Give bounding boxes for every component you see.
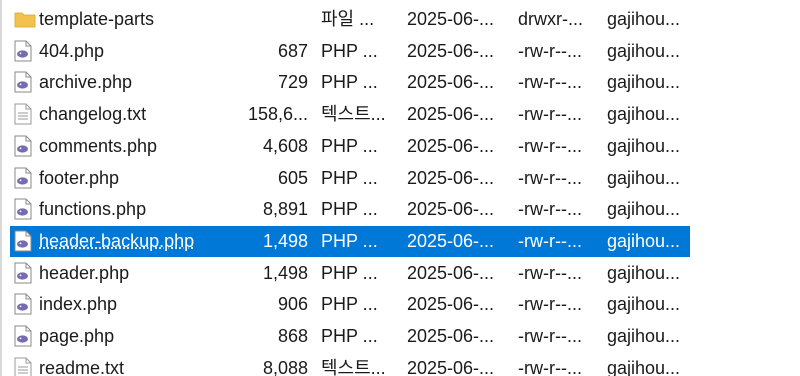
file-row[interactable]: changelog.txt 158,6... 텍스트... 2025-06-... -r… <box>0 99 800 130</box>
file-permissions: -rw-r--... <box>518 294 582 315</box>
php-file-icon <box>14 167 32 189</box>
file-permissions: -rw-r--... <box>518 326 582 346</box>
file-size: 158,6... <box>247 104 308 125</box>
file-size: 906 <box>277 294 308 315</box>
file-date: 2025-06-... <box>407 199 495 220</box>
file-type: PHP ... <box>321 40 378 61</box>
file-date: 2025-06-... <box>407 230 495 251</box>
php-file-icon <box>14 198 32 220</box>
file-date: 2025-06-... <box>407 72 495 93</box>
file-owner: gajihou... <box>607 357 681 376</box>
text-file-icon <box>14 357 32 376</box>
file-size: 868 <box>277 326 308 346</box>
file-type: PHP ... <box>321 167 378 188</box>
file-owner: gajihou... <box>607 135 681 156</box>
file-date: 2025-06-... <box>407 167 495 188</box>
file-owner: gajihou... <box>607 262 681 283</box>
file-size: 729 <box>277 72 308 93</box>
file-type: PHP ... <box>321 262 378 283</box>
file-date: 2025-06-... <box>407 135 495 156</box>
file-type: 텍스트... <box>321 104 386 125</box>
file-row[interactable]: page.php 868 PHP ... 2025-06-... -rw-r--... g… <box>0 321 800 352</box>
empty-area <box>690 0 800 376</box>
php-file-icon <box>14 293 32 315</box>
file-type: PHP ... <box>321 135 378 156</box>
file-owner: gajihou... <box>607 40 681 61</box>
file-row[interactable]: header-backup.php 1,498 PHP ... 2025-06-...… <box>0 225 800 257</box>
file-owner: gajihou... <box>607 167 681 188</box>
file-permissions: -rw-r--... <box>518 135 582 156</box>
file-permissions: -rw-r--... <box>518 262 582 283</box>
file-type: PHP ... <box>321 230 378 251</box>
file-type: PHP ... <box>321 199 378 220</box>
file-type: PHP ... <box>321 326 378 346</box>
file-permissions: -rw-r--... <box>518 72 582 93</box>
file-type: 파일 ... <box>321 9 375 29</box>
file-size: 605 <box>277 167 308 188</box>
file-row[interactable]: footer.php 605 PHP ... 2025-06-... -rw-r--..… <box>0 163 800 194</box>
file-date: 2025-06-... <box>407 326 495 346</box>
file-owner: gajihou... <box>607 326 681 346</box>
php-file-icon <box>14 135 32 157</box>
file-date: 2025-06-... <box>407 104 495 125</box>
file-permissions: -rw-r--... <box>518 357 582 376</box>
file-owner: gajihou... <box>607 72 681 93</box>
file-size: 687 <box>277 40 308 61</box>
file-permissions: -rw-r--... <box>518 167 582 188</box>
file-owner: gajihou... <box>607 104 681 125</box>
file-row[interactable]: 404.php 687 PHP ... 2025-06-... -rw-r--... ga… <box>0 36 800 67</box>
file-size: 4,608 <box>262 135 308 156</box>
file-type: PHP ... <box>321 294 378 315</box>
file-date: 2025-06-... <box>407 262 495 283</box>
file-date: 2025-06-... <box>407 40 495 61</box>
file-row[interactable]: comments.php 4,608 PHP ... 2025-06-... -rw-r… <box>0 131 800 162</box>
folder-icon <box>14 8 36 30</box>
file-permissions: -rw-r--... <box>518 104 582 125</box>
file-permissions: -rw-r--... <box>518 40 582 61</box>
file-size: 1,498 <box>262 262 308 283</box>
file-size: 8,088 <box>262 357 308 376</box>
file-permissions: drwxr-... <box>518 9 583 29</box>
file-row[interactable]: readme.txt 8,088 텍스트... 2025-06-... -rw-r--.… <box>0 353 800 376</box>
file-type: PHP ... <box>321 72 378 93</box>
php-file-icon <box>14 40 32 62</box>
file-permissions: -rw-r--... <box>518 230 582 251</box>
file-date: 2025-06-... <box>407 357 495 376</box>
file-type: 텍스트... <box>321 357 386 376</box>
file-size: 1,498 <box>262 230 308 251</box>
file-owner: gajihou... <box>607 230 681 251</box>
php-file-icon <box>14 71 32 93</box>
php-file-icon <box>14 325 32 347</box>
file-owner: gajihou... <box>607 199 681 220</box>
php-file-icon <box>14 230 32 252</box>
file-owner: gajihou... <box>607 9 681 29</box>
text-file-icon <box>14 103 32 125</box>
file-date: 2025-06-... <box>407 9 495 29</box>
file-size: 8,891 <box>262 199 308 220</box>
file-row[interactable]: archive.php 729 PHP ... 2025-06-... -rw-r--.… <box>0 67 800 98</box>
file-date: 2025-06-... <box>407 294 495 315</box>
file-row[interactable]: functions.php 8,891 PHP ... 2025-06-... -rw-… <box>0 194 800 225</box>
file-list-panel: template-parts 파일 ... 2025-06-... drwxr-...… <box>0 0 800 376</box>
file-row[interactable]: index.php 906 PHP ... 2025-06-... -rw-r--...… <box>0 289 800 320</box>
file-size <box>232 4 308 35</box>
file-permissions: -rw-r--... <box>518 199 582 220</box>
file-row[interactable]: template-parts 파일 ... 2025-06-... drwxr-...… <box>0 4 800 35</box>
file-row[interactable]: header.php 1,498 PHP ... 2025-06-... -rw-r--… <box>0 258 800 289</box>
file-owner: gajihou... <box>607 294 681 315</box>
php-file-icon <box>14 262 32 284</box>
